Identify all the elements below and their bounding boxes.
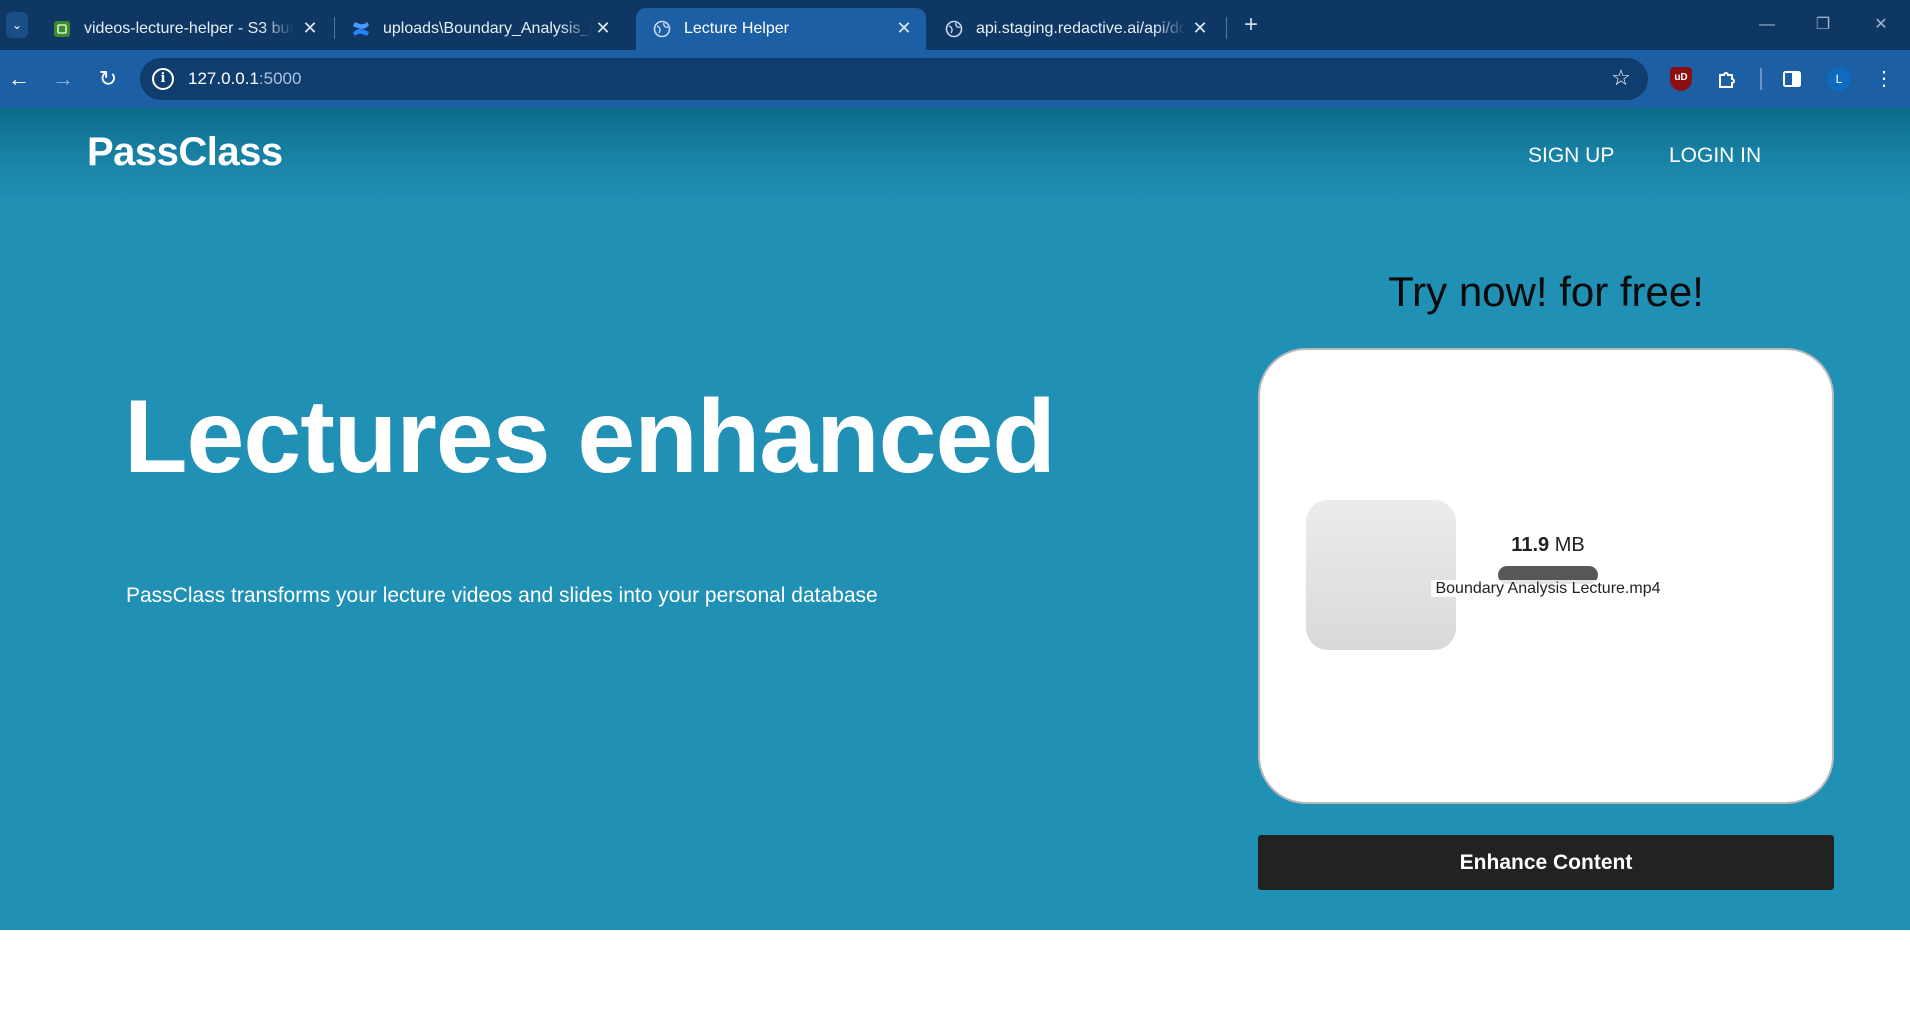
tab-divider <box>1226 17 1227 39</box>
file-dropzone[interactable]: 11.9 MB Boundary Analysis Lecture.mp4 <box>1258 348 1834 804</box>
enhance-content-button[interactable]: Enhance Content <box>1258 835 1834 890</box>
reload-icon[interactable]: ↻ <box>94 65 122 93</box>
tab-s3-bucket[interactable]: videos-lecture-helper - S3 bucket ✕ <box>36 8 332 50</box>
address-bar[interactable]: i 127.0.0.1:5000 ☆ <box>140 58 1648 100</box>
url-port: :5000 <box>258 69 302 88</box>
tab-close-icon[interactable]: ✕ <box>1190 18 1210 38</box>
site-navbar: PassClass SIGN UP LOGIN IN <box>0 108 1910 200</box>
tab-title: api.staging.redactive.ai/api/docs <box>976 20 1186 37</box>
page-body: PassClass SIGN UP LOGIN IN Lectures enha… <box>0 108 1910 930</box>
confluence-icon <box>351 19 371 39</box>
window-close-icon[interactable]: ✕ <box>1866 12 1896 38</box>
tab-title: Lecture Helper <box>684 20 789 37</box>
ublock-origin-icon[interactable]: uD <box>1670 67 1692 91</box>
tab-title: uploads\Boundary_Analysis_Lecture <box>383 20 593 37</box>
hero-subtitle: PassClass transforms your lecture videos… <box>126 584 878 607</box>
tab-lecture-helper[interactable]: Lecture Helper ✕ <box>636 8 926 50</box>
new-tab-plus-icon[interactable]: + <box>1238 12 1264 38</box>
file-name-label: Boundary Analysis Lecture.mp4 <box>1431 580 1665 597</box>
login-link[interactable]: LOGIN IN <box>1669 144 1761 168</box>
profile-avatar[interactable]: L <box>1827 67 1851 91</box>
tab-close-icon[interactable]: ✕ <box>300 18 320 38</box>
file-size: 11.9 MB <box>1420 534 1676 557</box>
extensions-puzzle-icon[interactable] <box>1713 65 1741 93</box>
signup-link[interactable]: SIGN UP <box>1528 144 1614 168</box>
site-info-icon[interactable]: i <box>152 68 174 90</box>
globe-icon <box>944 19 964 39</box>
file-name: Boundary Analysis Lecture.mp4 <box>1420 580 1676 598</box>
file-thumbnail <box>1306 500 1456 650</box>
browser-tab-bar: ⌄ videos-lecture-helper - S3 bucket ✕ up… <box>0 0 1910 50</box>
hero-title: Lectures enhanced <box>124 379 1056 495</box>
tab-close-icon[interactable]: ✕ <box>593 18 613 38</box>
bookmark-star-icon[interactable]: ☆ <box>1608 65 1634 91</box>
browser-toolbar: ← → ↻ i 127.0.0.1:5000 ☆ ⋮ <box>0 50 1910 108</box>
tab-close-icon[interactable]: ✕ <box>894 18 914 38</box>
aws-s3-icon <box>52 19 72 39</box>
globe-icon <box>652 19 672 39</box>
back-arrow-icon[interactable]: ← <box>5 65 33 93</box>
tab-uploads[interactable]: uploads\Boundary_Analysis_Lecture ✕ <box>335 8 625 50</box>
toolbar-divider <box>1760 68 1762 90</box>
forward-arrow-icon[interactable]: → <box>49 65 77 93</box>
file-size-value: 11.9 <box>1511 534 1550 556</box>
brand-logo[interactable]: PassClass <box>87 130 283 175</box>
restore-icon[interactable]: ❐ <box>1808 12 1838 38</box>
side-panel-icon[interactable] <box>1778 65 1806 93</box>
menu-kebab-icon[interactable]: ⋮ <box>1870 65 1898 93</box>
minimize-icon[interactable]: — <box>1752 12 1782 38</box>
tab-search-chevron-icon[interactable]: ⌄ <box>6 12 28 38</box>
url-host: 127.0.0.1 <box>188 69 259 88</box>
file-size-unit: MB <box>1554 534 1585 556</box>
tab-title: videos-lecture-helper - S3 bucket <box>84 20 294 37</box>
url-text[interactable]: 127.0.0.1:5000 <box>188 69 301 89</box>
try-now-heading: Try now! for free! <box>1388 268 1704 315</box>
tab-api-docs[interactable]: api.staging.redactive.ai/api/docs ✕ <box>928 8 1222 50</box>
